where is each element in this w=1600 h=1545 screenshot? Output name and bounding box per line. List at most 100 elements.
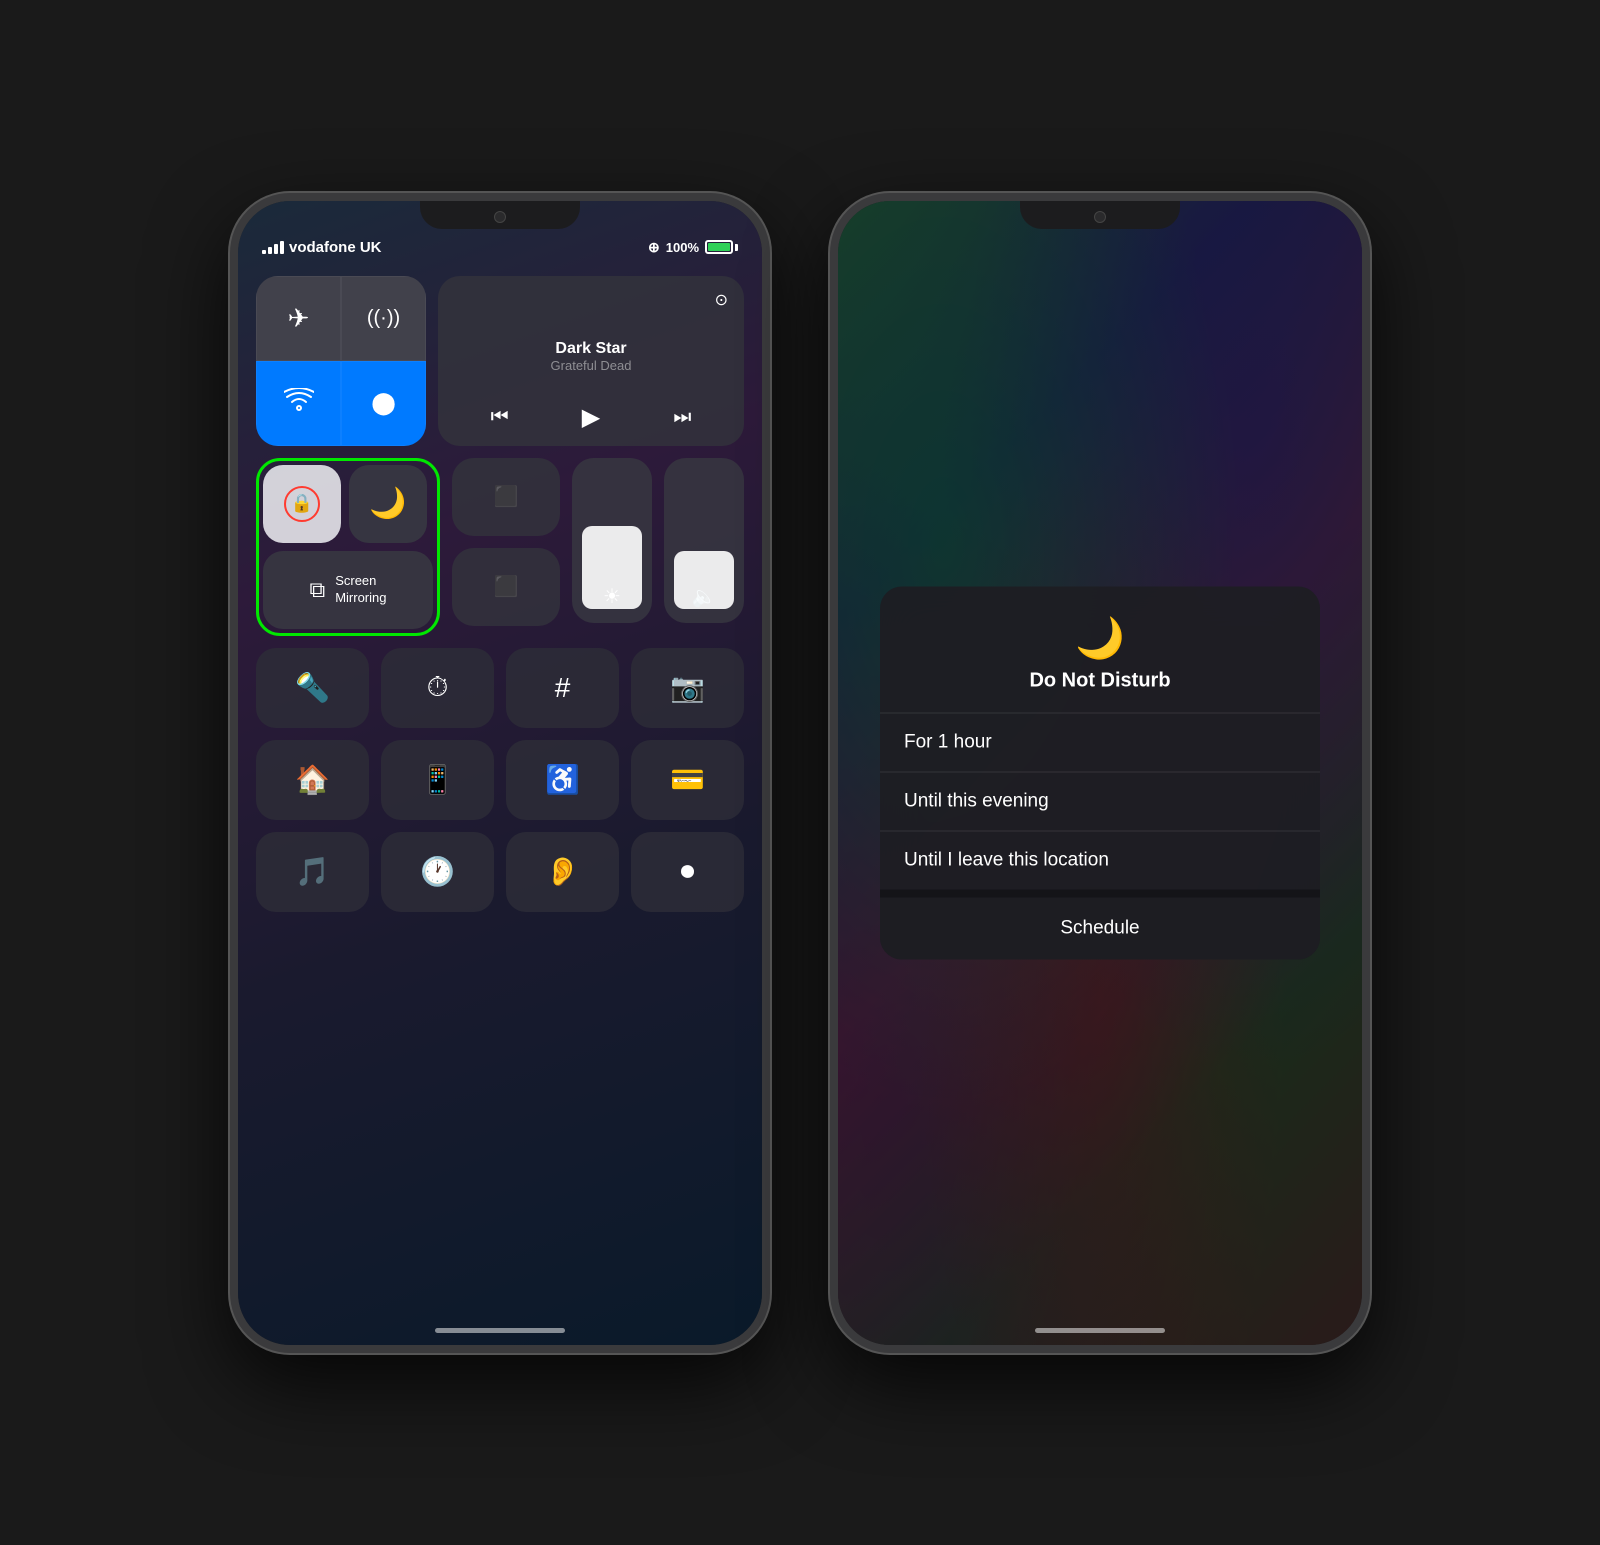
shazam-icon: 🎵 <box>295 855 330 888</box>
calculator-button[interactable]: # <box>506 648 619 728</box>
volume-up-button[interactable] <box>230 341 234 396</box>
cc-row-2: 🔒 🌙 ⧉ ScreenMirroring ⬛ <box>256 458 744 636</box>
volume-down-button[interactable] <box>230 411 234 466</box>
dnd-option-until-leave[interactable]: Until I leave this location <box>880 831 1320 889</box>
unknown-toggle-1[interactable]: ⬛ <box>452 458 560 536</box>
home-indicator[interactable] <box>435 1328 565 1333</box>
location-icon: ⊕ <box>648 239 660 256</box>
battery-percent: 100% <box>666 240 699 255</box>
dnd-title: Do Not Disturb <box>1029 669 1170 692</box>
brightness-slider[interactable]: ☀ <box>572 458 652 623</box>
bluetooth-button[interactable]: ⬤ <box>341 361 426 446</box>
dnd-schedule-button[interactable]: Schedule <box>880 897 1320 959</box>
phone2-home-indicator[interactable] <box>1035 1328 1165 1333</box>
phone-1: vodafone UK ⊕ 100% ✈ ((·)) <box>230 193 770 1353</box>
bluetooth-icon: ⬤ <box>371 390 396 416</box>
media-player-block: ⊙ Dark Star Grateful Dead ⏮ ▶ ⏭ <box>438 276 744 446</box>
carrier-info: vodafone UK <box>262 239 382 256</box>
signal-bars <box>262 241 284 254</box>
volume-slider[interactable]: 🔈 <box>664 458 744 623</box>
wallet-icon: 💳 <box>670 763 705 796</box>
battery-fill <box>708 243 730 251</box>
flashlight-button[interactable]: 🔦 <box>256 648 369 728</box>
cellular-button[interactable]: ((·)) <box>341 276 426 361</box>
dnd-popup: 🌙 Do Not Disturb For 1 hour Until this e… <box>880 586 1320 959</box>
unknown-icon-1: ⬛ <box>494 484 519 509</box>
battery-tip <box>735 244 738 251</box>
airplay-icon[interactable]: ⊙ <box>715 290 728 310</box>
wallet-button[interactable]: 💳 <box>631 740 744 820</box>
signal-bar-4 <box>280 241 284 254</box>
rotation-lock-icon: 🔒 <box>284 486 320 522</box>
dnd-moon-icon: 🌙 <box>1075 614 1125 661</box>
lock-symbol: 🔒 <box>291 493 313 514</box>
remote-icon: 📱 <box>420 763 455 796</box>
dnd-separator <box>880 889 1320 897</box>
media-top: ⊙ <box>454 290 728 310</box>
phone2-volume-down-button[interactable] <box>830 411 834 466</box>
screen-mirroring-button[interactable]: ⧉ ScreenMirroring <box>263 551 433 629</box>
timer-button[interactable]: ⏱ <box>381 648 494 728</box>
camera-button[interactable]: 📷 <box>631 648 744 728</box>
battery-indicator <box>705 240 738 254</box>
volume-fill <box>674 551 734 609</box>
rewind-button[interactable]: ⏮ <box>491 406 509 429</box>
shazam-button[interactable]: 🎵 <box>256 832 369 912</box>
dnd-option-for-1-hour[interactable]: For 1 hour <box>880 713 1320 772</box>
cc-row-1: ✈ ((·)) ⬤ ⊙ <box>256 276 744 446</box>
signal-bar-1 <box>262 250 266 254</box>
bottom-grid-2: 🏠 📱 ♿ 💳 <box>256 740 744 820</box>
bottom-grid-3: 🎵 🕐 👂 ⏺ <box>256 832 744 912</box>
phone2-mute-switch[interactable] <box>830 281 834 321</box>
phone2-volume-up-button[interactable] <box>830 341 834 396</box>
media-info: Dark Star Grateful Dead <box>454 340 728 373</box>
remote-button[interactable]: 📱 <box>381 740 494 820</box>
rotation-lock-button[interactable]: 🔒 <box>263 465 341 543</box>
front-camera <box>494 211 506 223</box>
hearing-icon: 👂 <box>545 855 580 888</box>
carrier-name: vodafone UK <box>289 239 382 256</box>
calculator-icon: # <box>555 672 571 704</box>
connectivity-block: ✈ ((·)) ⬤ <box>256 276 426 446</box>
cellular-icon: ((·)) <box>367 307 400 330</box>
status-bar: vodafone UK ⊕ 100% <box>262 239 738 256</box>
media-artist: Grateful Dead <box>454 358 728 373</box>
home-icon: 🏠 <box>295 763 330 796</box>
dnd-options-list: For 1 hour Until this evening Until I le… <box>880 713 1320 889</box>
dnd-header: 🌙 Do Not Disturb <box>880 586 1320 713</box>
mute-switch[interactable] <box>230 281 234 321</box>
toggle-row-highlighted: 🔒 🌙 <box>263 465 433 543</box>
control-center-grid: ✈ ((·)) ⬤ ⊙ <box>256 276 744 912</box>
dnd-option-until-evening[interactable]: Until this evening <box>880 772 1320 831</box>
right-toggle-col: ⬛ ⬛ <box>452 458 560 626</box>
accessibility-button[interactable]: ♿ <box>506 740 619 820</box>
phone-2: 🌙 Do Not Disturb For 1 hour Until this e… <box>830 193 1370 1353</box>
battery-body <box>705 240 733 254</box>
screen-record-button[interactable]: ⏺ <box>631 832 744 912</box>
bottom-grid-1: 🔦 ⏱ # 📷 <box>256 648 744 728</box>
screen-mirroring-icon: ⧉ <box>309 577 325 603</box>
signal-bar-3 <box>274 244 278 254</box>
fast-forward-button[interactable]: ⏭ <box>673 406 691 429</box>
status-right: ⊕ 100% <box>648 239 738 256</box>
do-not-disturb-button[interactable]: 🌙 <box>349 465 427 543</box>
screen-mirroring-label: ScreenMirroring <box>335 573 386 607</box>
unknown-toggle-2[interactable]: ⬛ <box>452 548 560 626</box>
stopwatch-icon: 🕐 <box>420 855 455 888</box>
wifi-button[interactable] <box>256 361 341 446</box>
home-button[interactable]: 🏠 <box>256 740 369 820</box>
wifi-icon <box>284 388 314 419</box>
stopwatch-button[interactable]: 🕐 <box>381 832 494 912</box>
media-title: Dark Star <box>454 340 728 358</box>
flashlight-icon: 🔦 <box>295 671 330 704</box>
play-button[interactable]: ▶ <box>582 403 600 432</box>
unknown-icon-2: ⬛ <box>494 574 519 599</box>
airplane-mode-button[interactable]: ✈ <box>256 276 341 361</box>
hearing-button[interactable]: 👂 <box>506 832 619 912</box>
highlighted-section: 🔒 🌙 ⧉ ScreenMirroring <box>256 458 440 636</box>
timer-icon: ⏱ <box>427 671 449 704</box>
screen-record-icon: ⏺ <box>680 855 694 888</box>
media-controls: ⏮ ▶ ⏭ <box>454 403 728 432</box>
moon-icon: 🌙 <box>369 486 406 521</box>
signal-bar-2 <box>268 247 272 254</box>
